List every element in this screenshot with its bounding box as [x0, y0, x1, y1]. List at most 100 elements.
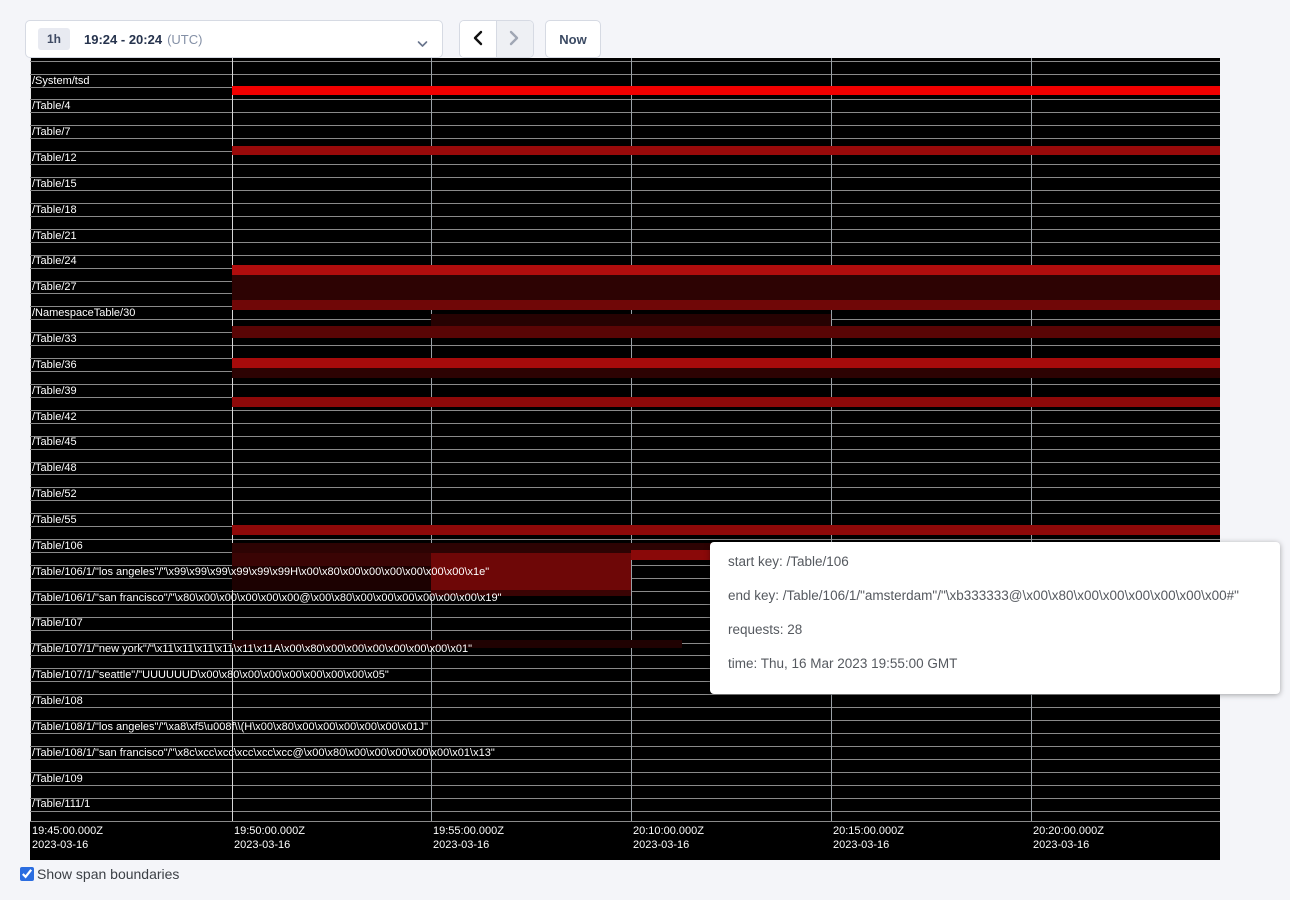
key-visualizer-canvas[interactable]: /System/tsd/Table/4/Table/7/Table/12/Tab…: [30, 58, 1220, 860]
row-label: /Table/107/1/"new york"/"\x11\x11\x11\x1…: [32, 643, 472, 656]
next-interval-button[interactable]: [497, 21, 534, 57]
x-axis-line: [30, 821, 1220, 822]
heatmap-band[interactable]: [232, 300, 1220, 310]
row-label: /Table/111/1: [32, 798, 90, 811]
row-label: /Table/107/1/"seattle"/"UUUUUUD\x00\x80\…: [32, 669, 389, 682]
column-boundary-line: [831, 58, 832, 822]
column-boundary-line: [631, 58, 632, 822]
time-window-badge: 1h: [38, 28, 70, 50]
x-axis-tick: 20:10:00.000Z2023-03-16: [633, 824, 704, 852]
toolbar: 1h 19:24 - 20:24 (UTC) Now: [0, 0, 1290, 58]
span-boundary-line: [30, 164, 1220, 165]
span-boundary-line: [30, 125, 1220, 126]
heatmap-band[interactable]: [232, 358, 1220, 368]
span-boundary-line: [30, 190, 1220, 191]
row-label: /Table/106/1/"san francisco"/"\x80\x00\x…: [32, 592, 502, 605]
x-axis-tick: 20:15:00.000Z2023-03-16: [833, 824, 904, 852]
row-label: /Table/4: [32, 100, 71, 113]
row-label: /NamespaceTable/30: [32, 307, 135, 320]
span-boundary-line: [30, 138, 1220, 139]
column-boundary-line: [1031, 58, 1032, 822]
heatmap-band[interactable]: [232, 86, 1220, 95]
span-boundary-line: [30, 255, 1220, 256]
span-boundary-line: [30, 61, 1220, 62]
column-boundary-line: [431, 58, 432, 822]
span-boundary-line: [30, 772, 1220, 773]
span-boundary-line: [30, 242, 1220, 243]
row-label: /Table/36: [32, 359, 77, 372]
span-boundary-line: [30, 203, 1220, 204]
span-boundary-line: [30, 112, 1220, 113]
row-label: /Table/39: [32, 385, 77, 398]
span-boundary-line: [30, 487, 1220, 488]
span-boundary-line: [30, 410, 1220, 411]
heatmap-band[interactable]: [232, 265, 1220, 275]
row-label: /Table/45: [32, 436, 77, 449]
span-boundary-line: [30, 707, 1220, 708]
time-range-picker[interactable]: 1h 19:24 - 20:24 (UTC): [25, 20, 443, 58]
span-boundary-line: [30, 423, 1220, 424]
heatmap-band[interactable]: [232, 525, 1220, 535]
footer: Show span boundaries: [20, 866, 179, 882]
x-axis-tick: 20:20:00.000Z2023-03-16: [1033, 824, 1104, 852]
row-label: /Table/106/1/"los angeles"/"\x99\x99\x99…: [32, 566, 489, 579]
row-label: /Table/33: [32, 333, 77, 346]
row-label: /Table/55: [32, 514, 77, 527]
row-label: /Table/109: [32, 773, 83, 786]
span-boundary-line: [30, 539, 1220, 540]
span-boundary-line: [30, 229, 1220, 230]
tooltip-requests: requests: 28: [728, 623, 1262, 637]
row-label: /Table/21: [32, 230, 77, 243]
span-boundary-line: [30, 216, 1220, 217]
chevron-left-icon: [472, 30, 483, 49]
row-label: /Table/27: [32, 281, 77, 294]
column-boundary-line: [232, 58, 233, 822]
x-axis-tick: 19:50:00.000Z2023-03-16: [234, 824, 305, 852]
row-label: /Table/107: [32, 617, 83, 630]
span-boundary-line: [30, 74, 1220, 75]
tooltip-time: time: Thu, 16 Mar 2023 19:55:00 GMT: [728, 657, 1262, 671]
heatmap-band[interactable]: [232, 397, 1220, 407]
row-label: /Table/52: [32, 488, 77, 501]
x-axis-tick: 19:45:00.000Z2023-03-16: [32, 824, 103, 852]
span-boundary-line: [30, 474, 1220, 475]
tooltip-end-key: end key: /Table/106/1/"amsterdam"/"\xb33…: [728, 589, 1262, 603]
span-boundary-line: [30, 811, 1220, 812]
heatmap-band[interactable]: [431, 314, 831, 326]
row-label: /Table/108/1/"los angeles"/"\xa8\xf5\u00…: [32, 721, 428, 734]
show-span-boundaries-label: Show span boundaries: [37, 866, 179, 882]
span-boundary-line: [30, 177, 1220, 178]
heatmap-band[interactable]: [232, 368, 1220, 378]
row-label: /Table/12: [32, 152, 77, 165]
row-label: /Table/42: [32, 411, 77, 424]
x-axis-tick: 19:55:00.000Z2023-03-16: [433, 824, 504, 852]
previous-interval-button[interactable]: [460, 21, 497, 57]
span-tooltip: start key: /Table/106 end key: /Table/10…: [710, 542, 1280, 694]
row-label: /Table/18: [32, 204, 77, 217]
now-button[interactable]: Now: [545, 20, 601, 58]
show-span-boundaries-checkbox[interactable]: [20, 867, 34, 881]
span-boundary-line: [30, 436, 1220, 437]
span-boundary-line: [30, 500, 1220, 501]
tooltip-start-key: start key: /Table/106: [728, 555, 1262, 569]
row-label: /Table/15: [32, 178, 77, 191]
span-boundary-line: [30, 449, 1220, 450]
row-label: /Table/24: [32, 255, 77, 268]
heatmap-band[interactable]: [232, 275, 1220, 300]
time-nav-group: [459, 20, 534, 58]
heatmap-band[interactable]: [232, 326, 1220, 338]
heatmap-band[interactable]: [232, 146, 1220, 155]
row-label: /Table/106: [32, 540, 83, 553]
chevron-down-icon: [417, 35, 428, 53]
span-boundary-line: [30, 694, 1220, 695]
chevron-right-icon: [509, 30, 520, 49]
row-label: /Table/7: [32, 126, 71, 139]
row-label: /Table/108: [32, 695, 83, 708]
time-zone-label: (UTC): [167, 32, 202, 47]
time-range-label: 19:24 - 20:24: [84, 32, 162, 47]
heatmap-band[interactable]: [232, 553, 431, 566]
span-boundary-line: [30, 345, 1220, 346]
span-boundary-line: [30, 798, 1220, 799]
row-label: /System/tsd: [32, 75, 89, 88]
row-label: /Table/48: [32, 462, 77, 475]
